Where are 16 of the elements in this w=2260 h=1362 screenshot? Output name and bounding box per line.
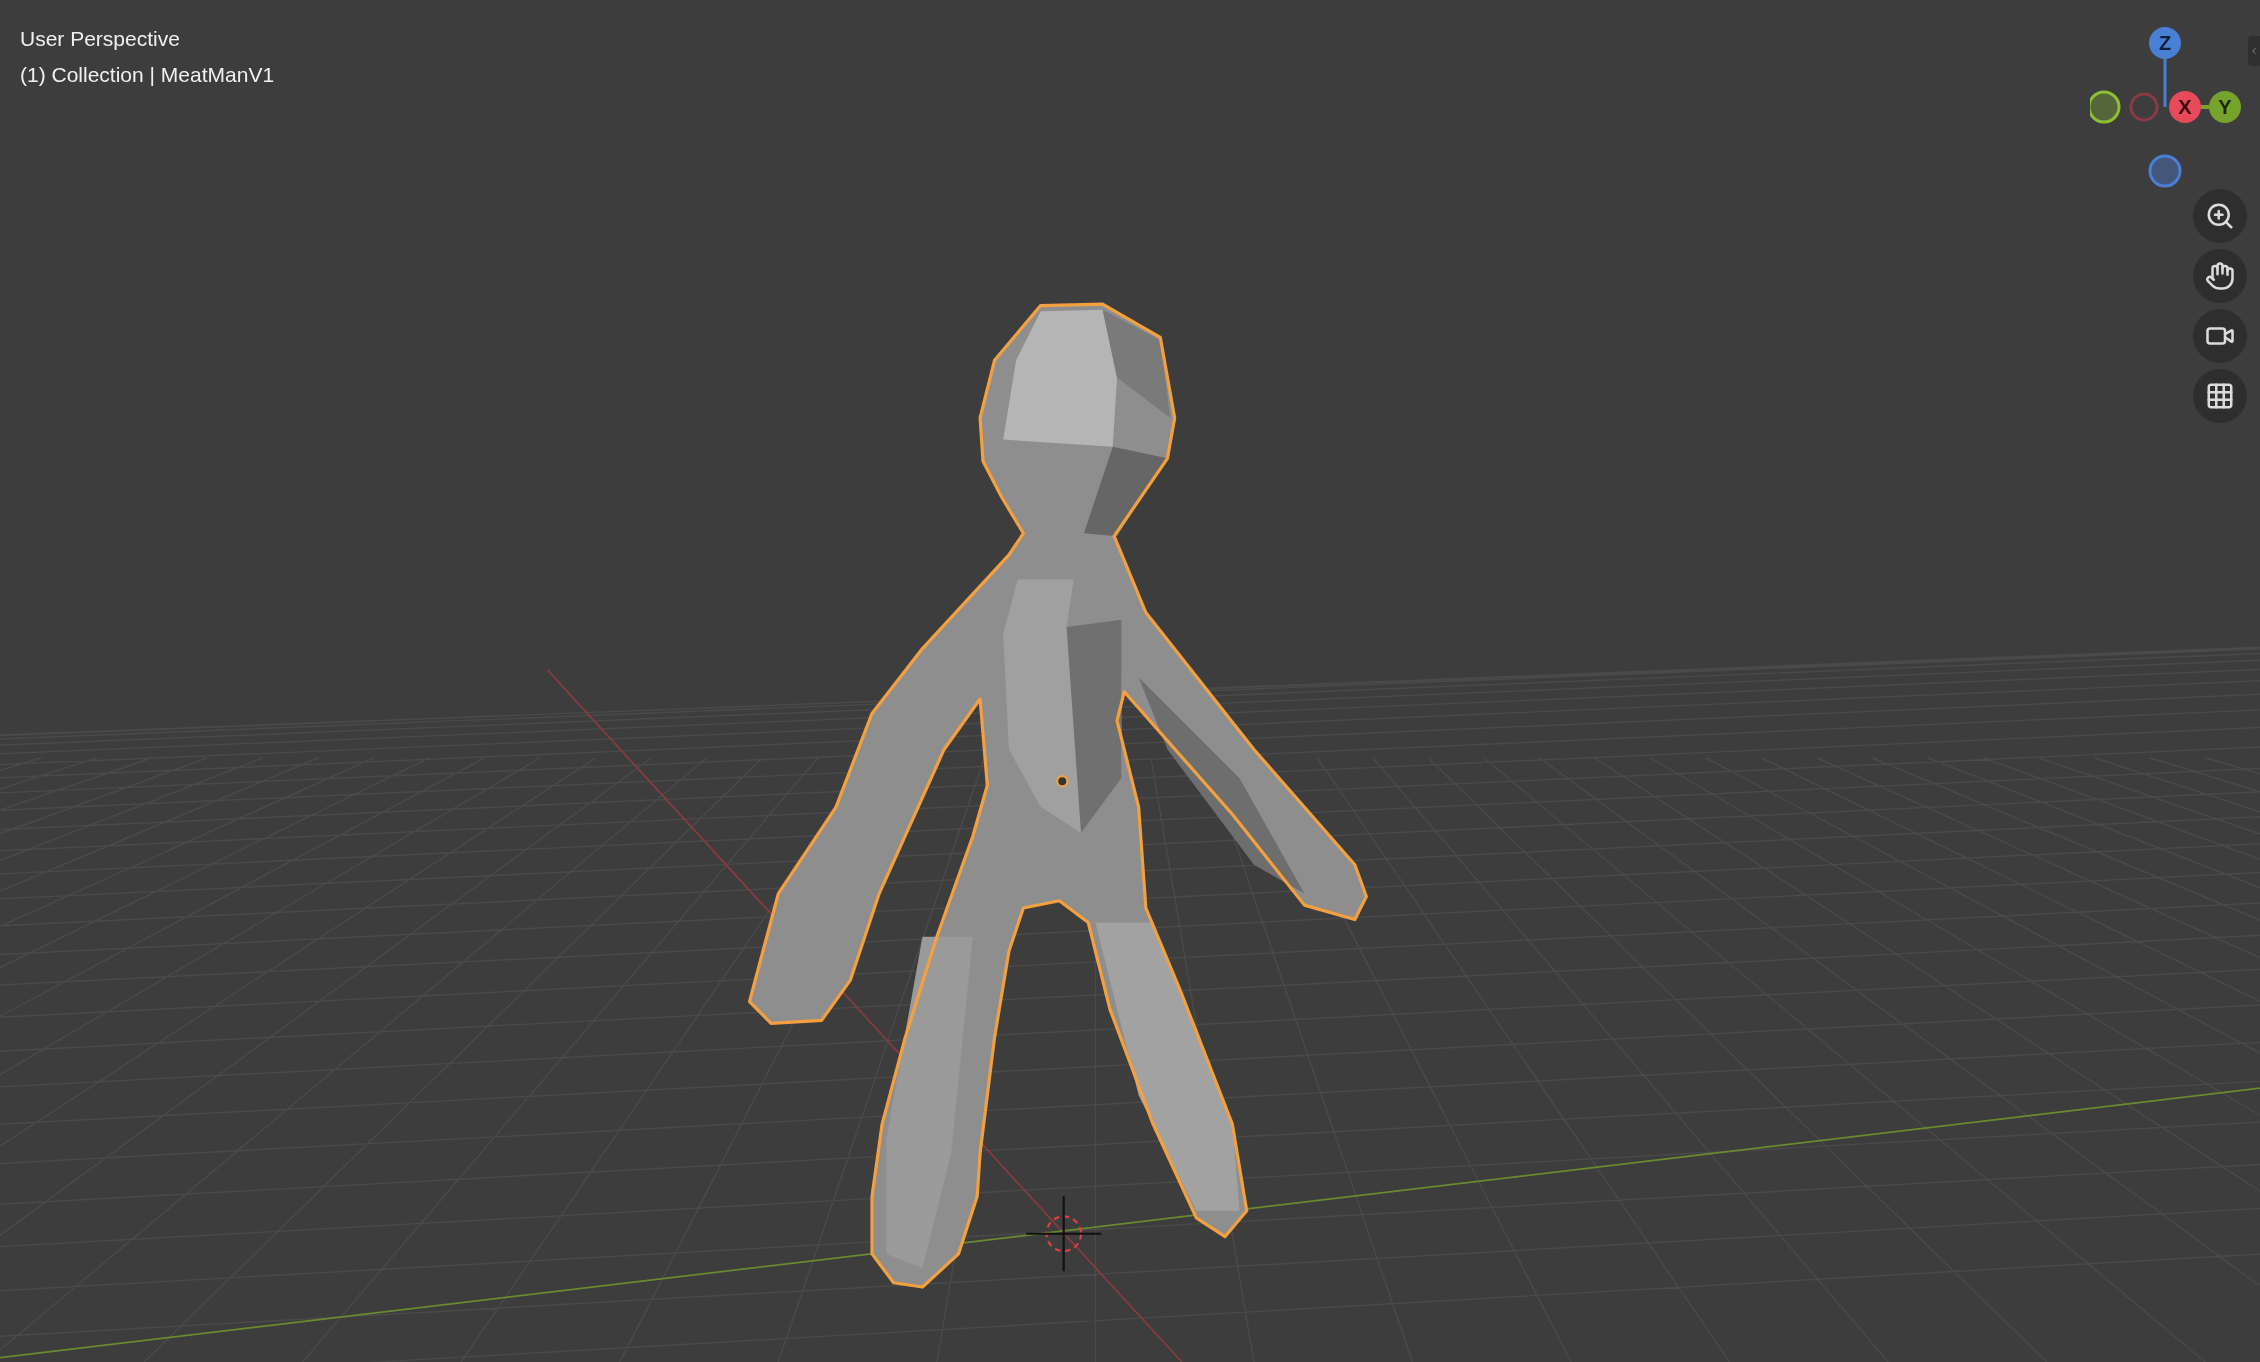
negative-z-axis-ball[interactable] <box>2148 154 2182 188</box>
z-axis-stem <box>2163 59 2167 107</box>
zoom-in-icon <box>2205 201 2235 231</box>
3d-cursor-icon <box>1025 1195 1103 1273</box>
view-name: User Perspective <box>20 26 181 52</box>
character-mesh-drawing[interactable] <box>747 302 1368 1289</box>
viewport[interactable]: User Perspective (1) Collection | MeatManV1 Z X Y <box>0 0 2260 1362</box>
y-axis-stem <box>2201 105 2209 109</box>
axis-ball[interactable]: X <box>2169 91 2201 123</box>
hand-icon <box>2205 261 2235 291</box>
grid-icon <box>2205 381 2235 411</box>
axis-ball[interactable]: Z <box>2149 27 2181 59</box>
sidebar-toggle-tab[interactable] <box>2248 36 2260 66</box>
object-info: (1) Collection | MeatManV1 <box>20 62 275 88</box>
axis-ball[interactable]: Y <box>2209 91 2241 123</box>
origin-dot-icon <box>1056 775 1069 788</box>
